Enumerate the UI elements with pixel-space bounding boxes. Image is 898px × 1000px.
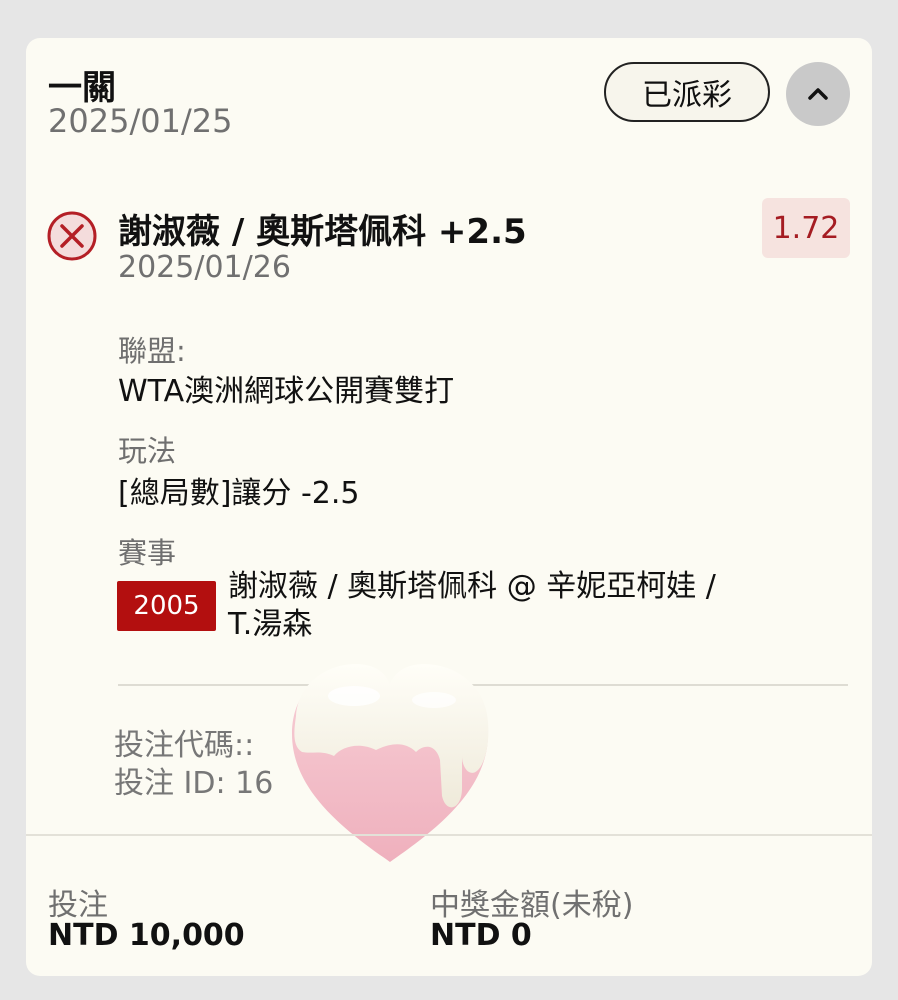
odds-value: 1.72: [772, 210, 840, 246]
selection-title: 謝淑薇 / 奧斯塔佩科 +2.5: [118, 212, 527, 252]
collapse-button[interactable]: [786, 62, 850, 126]
status-label: 已派彩: [642, 78, 732, 113]
status-badge: 已派彩: [604, 62, 770, 122]
selection-date: 2025/01/26: [118, 250, 291, 285]
bet-card: 一關 2025/01/25 已派彩 謝淑薇 / 奧斯塔佩科 +2.5 2025/…: [26, 38, 872, 976]
x-circle-icon: [47, 211, 97, 261]
odds-badge: 1.72: [762, 198, 850, 258]
play-type-value: [總局數]讓分 -2.5: [118, 476, 360, 511]
payout-value: NTD 0: [430, 918, 532, 953]
match-code-badge: 2005: [117, 581, 216, 631]
league-value: WTA澳洲網球公開賽雙打: [118, 374, 455, 409]
bet-date: 2025/01/25: [48, 102, 233, 140]
stake-value: NTD 10,000: [48, 918, 245, 953]
match-label: 賽事: [118, 536, 177, 570]
match-code: 2005: [133, 591, 200, 621]
league-label: 聯盟:: [118, 334, 186, 368]
chevron-up-icon: [808, 88, 828, 100]
footer-divider: [26, 834, 872, 836]
bet-id: 投注 ID: 16: [114, 766, 274, 801]
match-name: 謝淑薇 / 奧斯塔佩科 @ 辛妮亞柯娃 / T.湯森: [228, 569, 716, 642]
play-type-label: 玩法: [118, 434, 177, 468]
